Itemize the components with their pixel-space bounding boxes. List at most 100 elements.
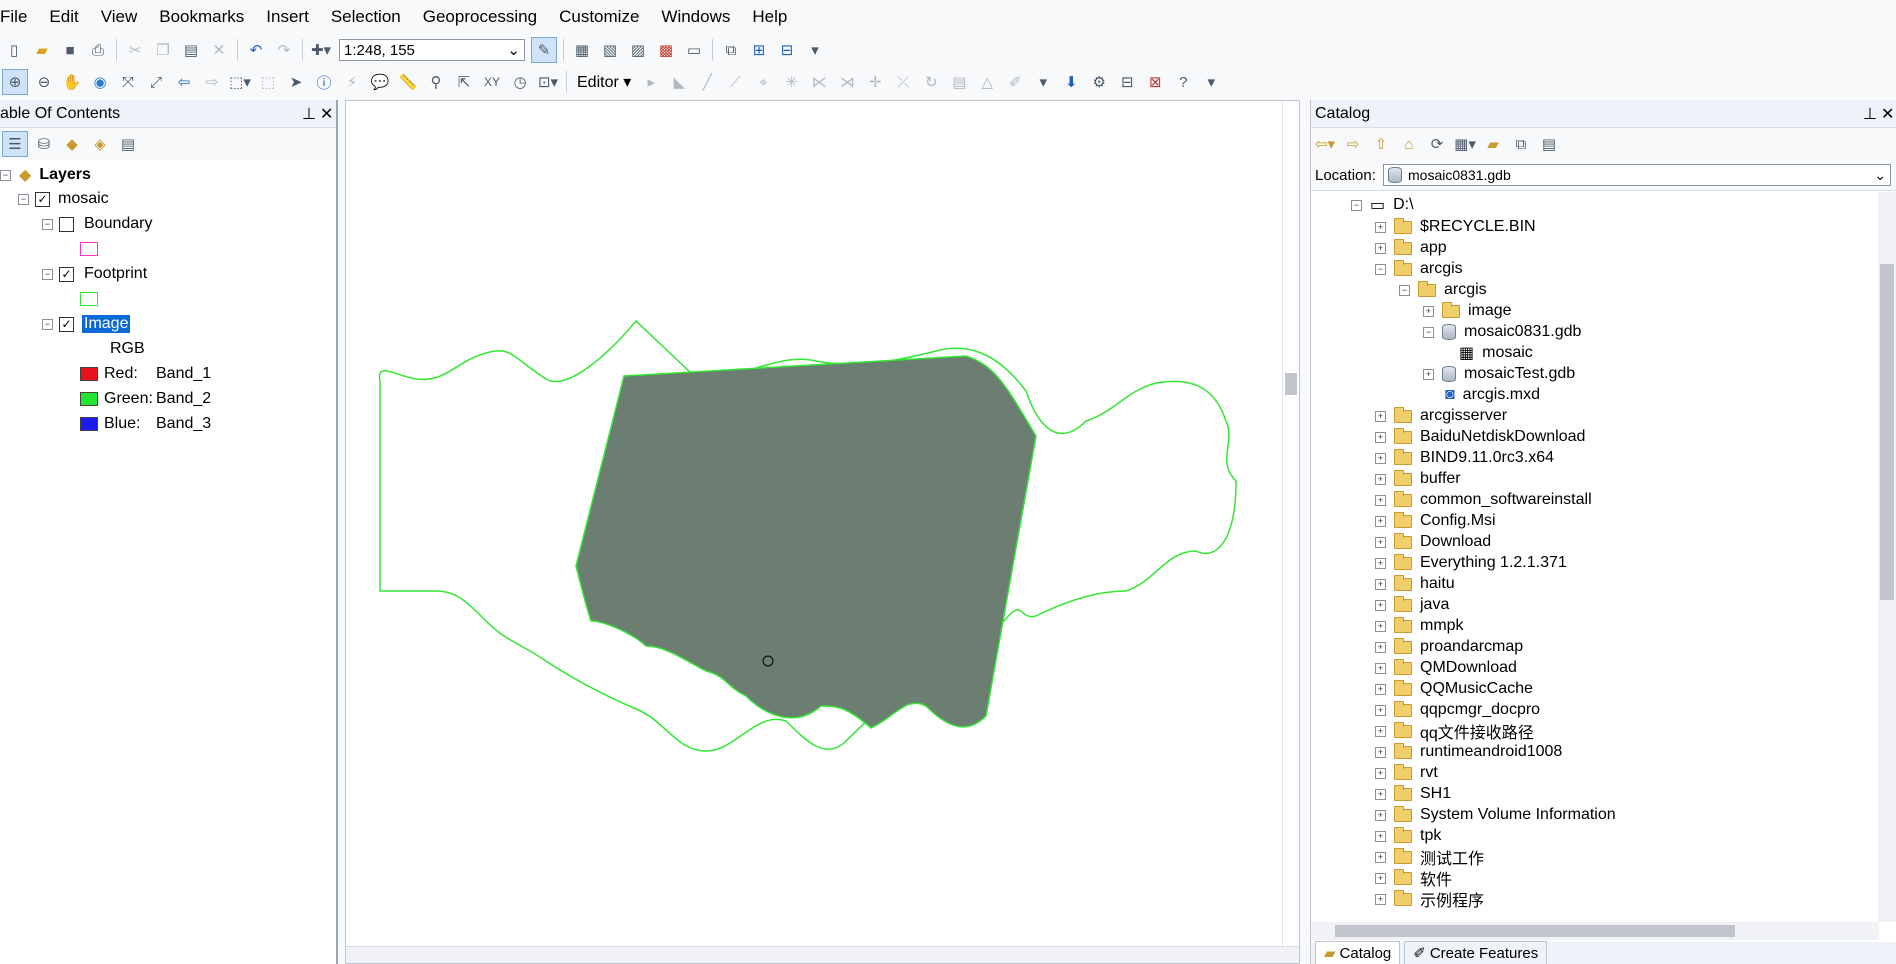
expand-icon[interactable]: + xyxy=(1375,872,1386,884)
python-window-icon[interactable]: ▭ xyxy=(682,38,706,62)
toolbar-options-icon[interactable]: ▾ xyxy=(1199,70,1223,94)
catalog-horizontal-scrollbar[interactable] xyxy=(1311,922,1879,940)
expand-icon[interactable]: + xyxy=(1375,662,1386,674)
expand-icon[interactable]: + xyxy=(1375,830,1386,842)
editor-toolbar-icon[interactable]: ✎ xyxy=(531,37,557,63)
arctoolbox-icon[interactable]: ▩ xyxy=(654,38,678,62)
tree-item-folder[interactable]: + Download xyxy=(1375,531,1491,553)
toolbar-options-icon[interactable]: ▾ xyxy=(1031,70,1055,94)
mosaic-visibility-checkbox[interactable]: ✓ xyxy=(35,191,50,207)
measure-icon[interactable]: 📏 xyxy=(396,70,420,94)
tab-create-features[interactable]: ✐ Create Features xyxy=(1404,941,1548,964)
tree-item-folder[interactable]: − arcgis xyxy=(1399,279,1487,301)
footprint-visibility-checkbox[interactable]: ✓ xyxy=(59,266,74,282)
cut-polygon-icon[interactable]: ⋊ xyxy=(835,70,859,94)
clear-selection-icon[interactable]: ⬚ xyxy=(256,70,280,94)
tree-item-folder[interactable]: + haitu xyxy=(1375,573,1455,595)
expand-icon[interactable]: + xyxy=(1375,851,1386,863)
paste-icon[interactable]: ▤ xyxy=(179,38,203,62)
add-data-download-icon[interactable]: ⬇ xyxy=(1059,70,1083,94)
tree-item-folder[interactable]: + app xyxy=(1375,237,1447,259)
tree-item-folder[interactable]: + tpk xyxy=(1375,825,1441,847)
collapse-icon[interactable]: − xyxy=(1375,263,1386,275)
tab-catalog[interactable]: ▰ Catalog xyxy=(1315,941,1401,964)
create-viewer-window-icon[interactable]: ⊡▾ xyxy=(536,70,560,94)
tree-item-mxd[interactable]: ◙ arcgis.mxd xyxy=(1437,384,1540,406)
expand-icon[interactable]: + xyxy=(1375,746,1386,758)
expand-icon[interactable]: + xyxy=(1375,410,1386,422)
collapse-icon[interactable]: − xyxy=(42,268,53,280)
add-layer-icon[interactable]: ⊞ xyxy=(747,38,771,62)
tree-item-folder[interactable]: − arcgis xyxy=(1375,258,1463,280)
green-band-row[interactable]: Green: Band_2 xyxy=(80,388,211,410)
red-band-row[interactable]: Red: Band_1 xyxy=(80,363,211,385)
fixed-zoom-out-icon[interactable]: ⤢ xyxy=(144,70,168,94)
expand-icon[interactable]: + xyxy=(1375,221,1386,233)
up-one-level-icon[interactable]: ⇧ xyxy=(1369,132,1393,156)
tree-item-folder[interactable]: + arcgisserver xyxy=(1375,405,1507,427)
map-view[interactable] xyxy=(345,100,1300,964)
tree-item-folder[interactable]: + image xyxy=(1423,300,1512,322)
menu-edit[interactable]: Edit xyxy=(38,7,89,27)
go-to-xy-icon[interactable]: XY xyxy=(480,70,504,94)
layers-row[interactable]: − ◆ Layers xyxy=(0,164,91,186)
tree-item-folder[interactable]: + $RECYCLE.BIN xyxy=(1375,216,1536,238)
mosaic-layer-row[interactable]: − ✓ mosaic xyxy=(18,188,109,210)
tree-item-folder[interactable]: + 软件 xyxy=(1375,867,1452,889)
blue-swatch[interactable] xyxy=(80,417,98,431)
boundary-visibility-checkbox[interactable] xyxy=(59,216,74,232)
catalog-window-icon[interactable]: ▧ xyxy=(598,38,622,62)
redo-icon[interactable]: ↷ xyxy=(272,38,296,62)
menu-help[interactable]: Help xyxy=(741,7,798,27)
html-popup-icon[interactable]: 💬 xyxy=(368,70,392,94)
menu-customize[interactable]: Customize xyxy=(548,7,650,27)
identify-icon[interactable]: ⓘ xyxy=(312,70,336,94)
tree-item-folder[interactable]: + QMDownload xyxy=(1375,657,1517,679)
list-by-drawing-order-icon[interactable]: ☰ xyxy=(2,131,28,157)
tree-view-icon[interactable]: ⧉ xyxy=(1509,132,1533,156)
collapse-icon[interactable]: − xyxy=(42,318,53,330)
tree-item-folder[interactable]: + BaiduNetdiskDownload xyxy=(1375,426,1585,448)
new-document-icon[interactable]: ▯ xyxy=(2,38,26,62)
forward-icon[interactable]: ⇨ xyxy=(200,70,224,94)
expand-icon[interactable]: + xyxy=(1375,788,1386,800)
point-icon[interactable]: ⌖ xyxy=(751,70,775,94)
expand-icon[interactable]: + xyxy=(1375,578,1386,590)
arctoolbox-icon[interactable]: ⚙ xyxy=(1087,70,1111,94)
cut-icon[interactable]: ✂ xyxy=(123,38,147,62)
close-icon[interactable]: ✕ xyxy=(320,104,333,124)
select-features-icon[interactable]: ⬚▾ xyxy=(228,70,252,94)
tree-item-gdb[interactable]: − mosaic0831.gdb xyxy=(1423,321,1581,343)
tree-item-folder[interactable]: + buffer xyxy=(1375,468,1461,490)
sketch-properties-icon[interactable]: △ xyxy=(975,70,999,94)
expand-icon[interactable]: + xyxy=(1375,557,1386,569)
blue-band-row[interactable]: Blue: Band_3 xyxy=(80,413,211,435)
pin-icon[interactable]: ⊥ xyxy=(302,104,316,124)
home-icon[interactable]: ⌂ xyxy=(1397,132,1421,156)
modelbuilder-icon[interactable]: ⧉ xyxy=(719,38,743,62)
expand-icon[interactable]: + xyxy=(1375,620,1386,632)
layout-icon[interactable]: ⊟ xyxy=(1115,70,1139,94)
expand-icon[interactable]: + xyxy=(1375,473,1386,485)
zoom-out-icon[interactable]: ⊖ xyxy=(32,70,56,94)
list-by-selection-icon[interactable]: ◈ xyxy=(88,132,112,156)
back-icon[interactable]: ⇦▾ xyxy=(1313,132,1337,156)
trace-icon[interactable]: ⟋ xyxy=(723,70,747,94)
expand-icon[interactable]: + xyxy=(1375,452,1386,464)
expand-icon[interactable]: + xyxy=(1375,725,1386,737)
tree-item-folder[interactable]: + runtimeandroid1008 xyxy=(1375,741,1562,763)
create-features-icon[interactable]: ✐ xyxy=(1003,70,1027,94)
catalog-vertical-scrollbar[interactable] xyxy=(1878,192,1896,922)
delete-icon[interactable]: ✕ xyxy=(207,38,231,62)
tree-item-folder[interactable]: + QQMusicCache xyxy=(1375,678,1533,700)
map-horizontal-scrollbar[interactable] xyxy=(346,946,1299,963)
hyperlink-icon[interactable]: ⚡ xyxy=(340,70,364,94)
toolbar-options-icon[interactable]: ▾ xyxy=(803,38,827,62)
find-route-icon[interactable]: ⇱ xyxy=(452,70,476,94)
chevron-down-icon[interactable]: ⌄ xyxy=(1874,167,1886,184)
menu-bookmarks[interactable]: Bookmarks xyxy=(148,7,255,27)
menu-file[interactable]: File xyxy=(0,7,38,27)
split-icon[interactable]: ⤫ xyxy=(891,70,915,94)
undo-icon[interactable]: ↶ xyxy=(244,38,268,62)
select-elements-icon[interactable]: ➤ xyxy=(284,70,308,94)
